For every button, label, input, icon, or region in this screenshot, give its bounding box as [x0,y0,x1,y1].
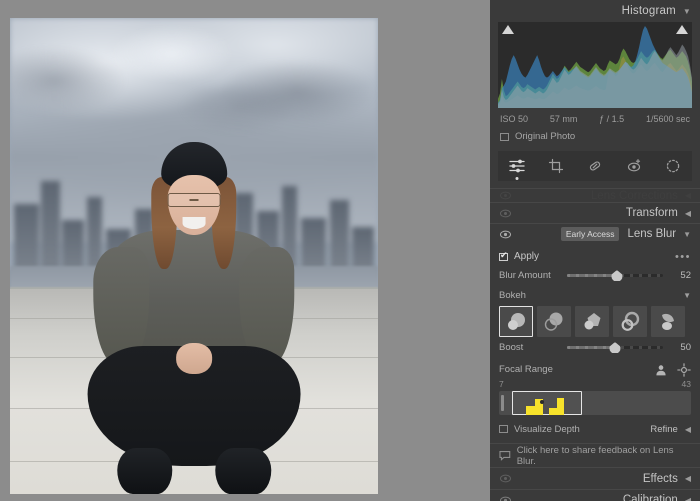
red-eye-tool-icon[interactable] [623,155,645,177]
chevron-left-icon[interactable]: ◀ [685,496,691,501]
bokeh-options-row[interactable] [499,306,691,337]
focus-point-icon[interactable] [677,362,691,377]
bokeh-option-ring[interactable] [613,306,647,337]
person-focus-icon[interactable] [654,363,668,377]
refine-button[interactable]: Refine [650,424,677,435]
lightroom-develop-window: Histogram ▼ ISO 50 57 mm ƒ / 1.5 1/5600 … [0,0,700,501]
panel-calibration[interactable]: Calibration ◀ [490,489,700,501]
exif-aperture: ƒ / 1.5 [599,114,625,124]
eye-icon[interactable] [499,472,512,485]
bokeh-option-5-blade[interactable] [575,306,609,337]
panel-title-lens-blur: Lens Blur [627,228,677,240]
panel-title-lens-corrections: Lens Corrections [590,189,678,202]
original-photo-toggle[interactable]: Original Photo [500,131,690,142]
bokeh-option-circle[interactable] [499,306,533,337]
focal-range-handle-left[interactable] [501,395,504,411]
visualize-depth-checkbox-icon[interactable] [499,425,508,433]
lens-blur-controls: Apply ••• Blur Amount 52 Bokeh ▼ [490,244,700,443]
image-canvas-area[interactable] [0,0,490,501]
chevron-down-icon[interactable]: ▼ [683,230,691,239]
panel-transform[interactable]: Transform ◀ [490,202,700,223]
bokeh-label: Bokeh [499,289,526,301]
boost-slider-row[interactable]: Boost 50 [499,339,691,356]
exif-shutter-speed: 1/5600 sec [645,114,690,124]
photo-subject-person [87,141,301,494]
visualize-depth-label: Visualize Depth [514,423,580,435]
exif-focal-length: 57 mm [549,114,578,124]
original-photo-label: Original Photo [515,131,576,142]
panel-lens-blur[interactable]: Early Access Lens Blur ▼ [490,223,700,244]
depth-histogram-bar [548,407,557,415]
focal-range-label: Focal Range [499,364,553,375]
eye-icon[interactable] [499,228,512,241]
chevron-left-icon[interactable]: ◀ [685,474,691,483]
focal-range-header: Focal Range [499,361,691,378]
chevron-down-icon[interactable]: ▼ [683,291,691,300]
blur-amount-track[interactable] [567,270,663,281]
photo-preview[interactable] [10,18,378,494]
masking-tool-icon[interactable] [662,155,684,177]
panel-lens-corrections[interactable]: Lens Corrections ◀ [490,188,700,202]
healing-brush-tool-icon[interactable] [584,155,606,177]
chevron-down-icon[interactable]: ▼ [683,7,691,16]
boost-value[interactable]: 50 [669,342,691,353]
original-photo-checkbox-icon[interactable] [500,132,509,141]
comment-icon [499,451,511,461]
panel-title-calibration: Calibration [622,494,678,501]
depth-focus-point-marker [540,399,545,404]
panel-effects[interactable]: Effects ◀ [490,468,700,489]
crop-tool-icon[interactable] [545,155,567,177]
right-develop-panel: Histogram ▼ ISO 50 57 mm ƒ / 1.5 1/5600 … [490,0,700,501]
chevron-left-icon[interactable]: ◀ [685,209,691,218]
bokeh-option-cat-eye[interactable] [651,306,685,337]
lens-blur-feedback-link[interactable]: Click here to share feedback on Lens Blu… [490,443,700,467]
panel-title-transform: Transform [625,207,678,219]
bokeh-option-bubble[interactable] [537,306,571,337]
apply-checkbox-icon[interactable] [499,251,508,261]
histogram-panel-header[interactable]: Histogram ▼ [490,0,700,22]
boost-knob[interactable] [609,342,621,353]
exif-iso: ISO 50 [500,114,529,124]
panel-title-effects: Effects [642,472,678,485]
develop-tool-strip[interactable] [498,151,692,181]
visualize-depth-row[interactable]: Visualize Depth Refine ◀ [499,419,691,439]
eye-icon[interactable] [499,207,512,220]
eye-icon[interactable] [499,189,512,202]
histogram-curves [498,25,692,108]
apply-row[interactable]: Apply ••• [499,248,691,265]
exif-metadata-row: ISO 50 57 mm ƒ / 1.5 1/5600 sec [500,114,690,124]
depth-range-strip[interactable] [499,391,691,415]
focal-range-min[interactable]: 7 [499,379,504,389]
feedback-text: Click here to share feedback on Lens Blu… [516,444,674,467]
focal-range-values: 7 43 [499,379,691,389]
boost-label: Boost [499,342,524,353]
bokeh-section-header[interactable]: Bokeh ▼ [499,287,691,303]
focal-range-selection[interactable] [512,391,582,415]
eye-icon[interactable] [499,494,512,501]
histogram-graph[interactable] [498,22,692,108]
histogram-title: Histogram [621,5,676,17]
more-options-button[interactable]: ••• [675,251,691,263]
boost-track[interactable] [567,342,663,353]
depth-histogram-bar [556,397,565,415]
blur-amount-label: Blur Amount [499,270,551,281]
edit-sliders-tool-icon[interactable] [506,155,528,177]
focal-range-max[interactable]: 43 [682,379,691,389]
blur-amount-value[interactable]: 52 [669,270,691,281]
apply-label: Apply [514,251,540,262]
chevron-left-icon[interactable]: ◀ [685,425,691,434]
blur-amount-slider-row[interactable]: Blur Amount 52 [499,267,691,284]
blur-amount-knob[interactable] [611,270,623,281]
early-access-badge: Early Access [560,227,620,241]
chevron-left-icon[interactable]: ◀ [685,191,691,200]
depth-histogram-bar [525,405,536,415]
